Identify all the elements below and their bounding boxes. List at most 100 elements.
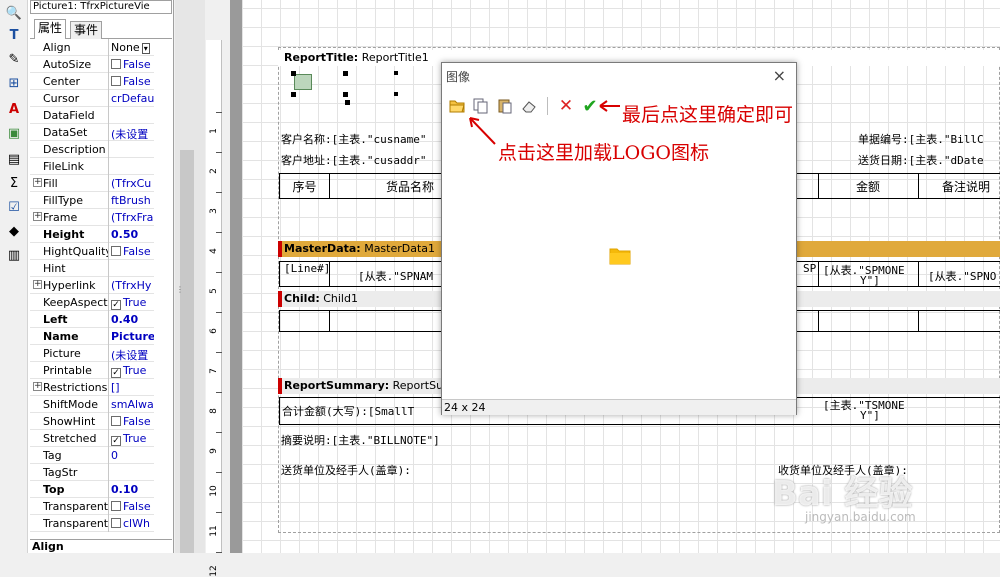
sp-short-field[interactable]: SP [803,262,816,275]
selection-handle[interactable] [345,100,350,105]
property-value[interactable]: crDefau [111,92,154,105]
property-value[interactable]: [] [111,381,154,394]
object-selector[interactable]: Picture1: TfrxPictureVie [30,0,172,14]
unchecked-checkbox[interactable] [111,246,121,256]
property-value[interactable]: smAlwa [111,398,154,411]
picture-icon[interactable]: ▣ [3,122,25,144]
property-row[interactable]: FillType ftBrush [30,192,154,209]
brush-icon[interactable]: ✎ [3,48,25,70]
property-value[interactable]: None ▾ [111,41,154,54]
property-row[interactable]: ShowHint False [30,413,154,430]
selection-handle[interactable] [343,92,348,97]
property-value[interactable]: 0.10 [111,483,154,496]
unchecked-checkbox[interactable] [111,59,121,69]
dropdown-arrow-icon[interactable]: ▾ [141,43,150,54]
property-row[interactable]: DataField [30,107,154,124]
selection-handle[interactable] [291,71,296,76]
customer-name-field[interactable]: 客户名称:[主表."cusname" [281,131,426,147]
property-row[interactable]: HightQuality False [30,243,154,260]
property-row[interactable]: FileLink [30,158,154,175]
property-row[interactable]: Align None ▾ [30,39,154,56]
search-icon[interactable]: 🔍 [3,2,25,24]
header-amount[interactable]: 金额 [818,178,918,195]
expand-icon[interactable]: + [33,178,42,187]
property-row[interactable]: Transparent False [30,498,154,515]
property-value[interactable]: False [111,245,154,258]
unchecked-checkbox[interactable] [111,501,121,511]
property-row[interactable]: Hint [30,260,154,277]
unchecked-checkbox[interactable] [111,416,121,426]
property-value[interactable]: Picture [111,330,154,343]
font-icon[interactable]: A [3,98,25,120]
property-row[interactable]: TransparentC clWh [30,515,154,532]
property-value[interactable]: (未设置 [111,126,154,142]
tree-icon[interactable]: ⊞ [3,72,25,94]
property-value[interactable]: 0 [111,449,154,462]
property-row[interactable]: Stretched ✓ True [30,430,154,447]
unchecked-checkbox[interactable] [111,76,121,86]
property-row[interactable]: Name Picture [30,328,154,345]
property-row[interactable]: TagStr [30,464,154,481]
splitter-bar[interactable] [180,150,194,553]
property-value[interactable]: False [111,75,154,88]
property-row[interactable]: DataSet (未设置 [30,124,154,141]
unchecked-checkbox[interactable] [111,518,121,528]
tab-properties[interactable]: 属性 [34,19,67,39]
selection-handle[interactable] [343,71,348,76]
expand-icon[interactable]: + [33,382,42,391]
barcode-icon[interactable]: ▥ [3,244,25,266]
selection-handle[interactable] [394,71,398,75]
property-value[interactable]: 0.50 [111,228,154,241]
header-note[interactable]: 备注说明 [918,178,1000,195]
property-row[interactable]: + Hyperlink (TfrxHy [30,277,154,294]
property-row[interactable]: Top 0.10 [30,481,154,498]
summary-note-field[interactable]: 摘要说明:[主表."BILLNOTE"] [281,432,440,448]
sender-field[interactable]: 送货单位及经手人(盖章): [281,462,411,478]
subreport-icon[interactable]: ▤ [3,148,25,170]
checked-checkbox[interactable]: ✓ [111,436,121,446]
checked-checkbox[interactable]: ✓ [111,300,121,310]
property-row[interactable]: Tag 0 [30,447,154,464]
close-icon[interactable]: × [773,66,786,85]
property-value[interactable]: False [111,415,154,428]
property-value[interactable]: clWh [111,517,154,530]
panel-splitter[interactable]: ⋮ [175,0,205,553]
property-value[interactable]: False [111,500,154,513]
header-seq[interactable]: 序号 [280,178,329,195]
selection-handle[interactable] [291,92,296,97]
property-value[interactable]: ✓ True [111,296,154,310]
property-row[interactable]: AutoSize False [30,56,154,73]
property-row[interactable]: Height 0.50 [30,226,154,243]
sum-icon[interactable]: Σ [3,172,25,194]
selection-handle[interactable] [394,92,398,96]
line-no-field[interactable]: [Line#] [284,262,330,275]
customer-addr-field[interactable]: 客户地址:[主表."cusaddr" [281,152,426,168]
property-row[interactable]: + Frame (TfrxFra [30,209,154,226]
expand-icon[interactable]: + [33,280,42,289]
property-value[interactable]: ✓ True [111,432,154,446]
shapes-icon[interactable]: ◆ [3,220,25,242]
property-row[interactable]: + Fill (TfrxCu [30,175,154,192]
property-row[interactable]: Cursor crDefau [30,90,154,107]
picture-placeholder-icon[interactable] [294,74,312,90]
property-value[interactable]: 0.40 [111,313,154,326]
bill-no-field[interactable]: 单据编号:[主表."BillC [858,131,984,147]
property-row[interactable]: Left 0.40 [30,311,154,328]
property-row[interactable]: + Restrictions[] [30,379,154,396]
property-value[interactable]: (未设置 [111,347,154,363]
text-tool-icon[interactable]: T [3,24,25,46]
checkbox-icon[interactable]: ☑ [3,196,25,218]
property-row[interactable]: Center False [30,73,154,90]
property-row[interactable]: Picture (未设置 [30,345,154,362]
property-row[interactable]: Printable ✓ True [30,362,154,379]
property-value[interactable]: False [111,58,154,71]
checked-checkbox[interactable]: ✓ [111,368,121,378]
property-value[interactable]: ftBrush [111,194,154,207]
property-value[interactable]: (TfrxFra [111,211,154,224]
total-caps-field[interactable]: 合计金额(大写):[SmallT [282,403,414,419]
property-value[interactable]: (TfrxCu [111,177,154,190]
property-row[interactable]: ShiftMode smAlwa [30,396,154,413]
spname-field[interactable]: [从表."SPNAM [358,268,433,284]
tab-events[interactable]: 事件 [70,21,103,39]
property-row[interactable]: KeepAspectR ✓ True [30,294,154,311]
